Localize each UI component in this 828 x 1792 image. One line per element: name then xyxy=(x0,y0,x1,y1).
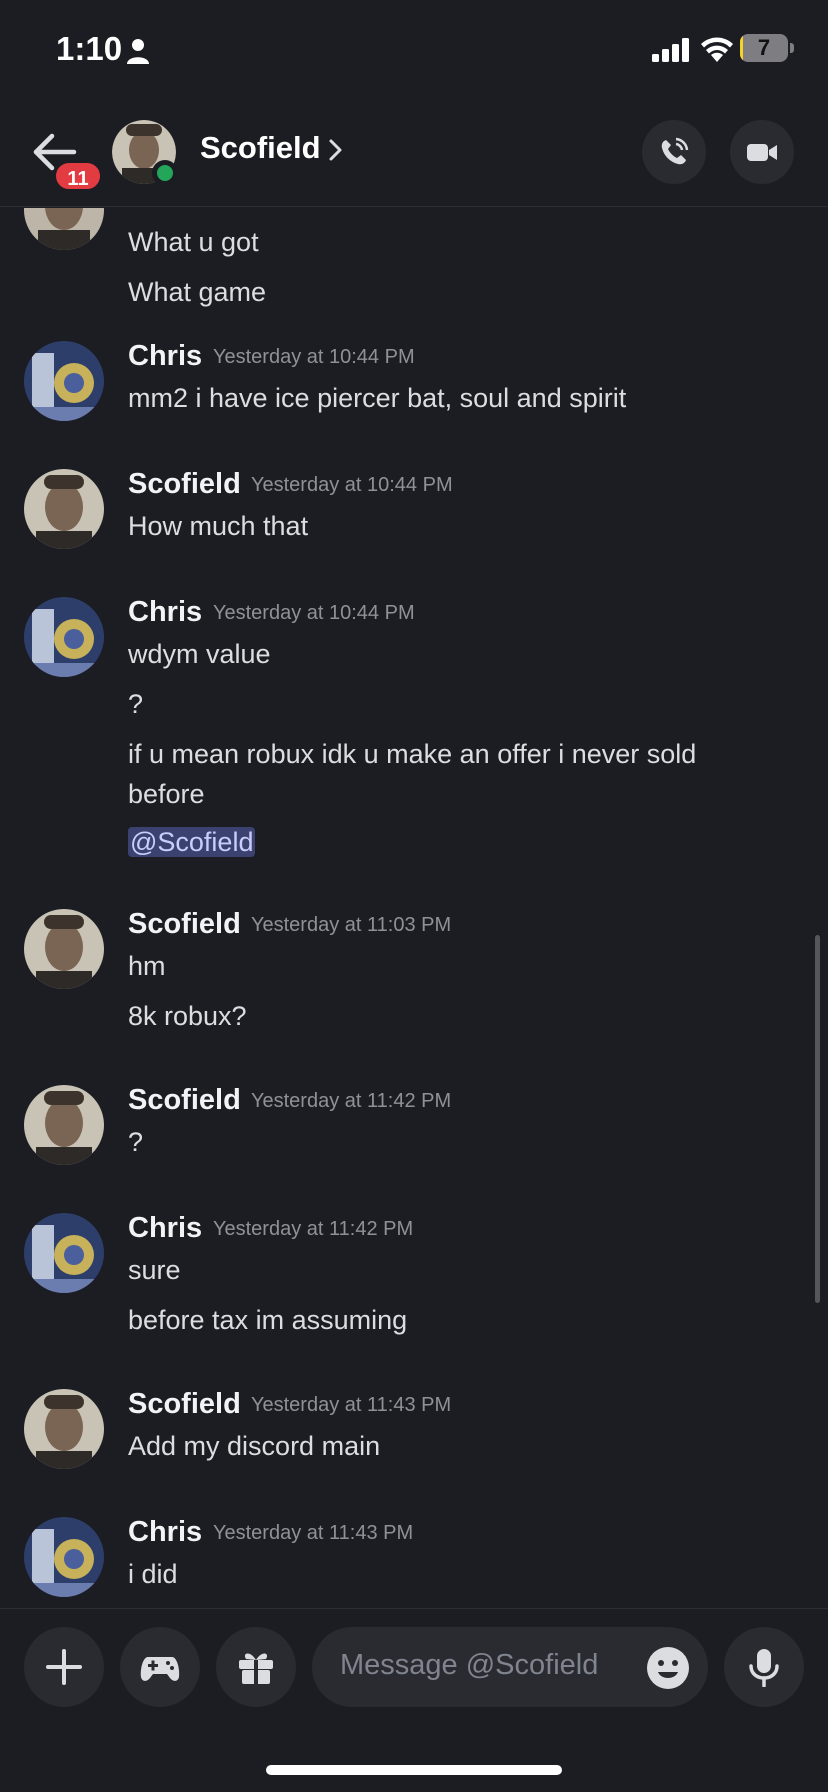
message-timestamp: Yesterday at 10:44 PM xyxy=(213,602,415,624)
message-timestamp: Yesterday at 11:03 PM xyxy=(251,914,452,936)
message-line[interactable]: wdym value xyxy=(128,634,748,674)
message-line[interactable]: sure xyxy=(128,1250,748,1290)
message-timestamp: Yesterday at 11:43 PM xyxy=(213,1522,414,1544)
message-composer: Message @Scofield xyxy=(0,1608,828,1718)
avatar[interactable] xyxy=(24,1085,104,1165)
avatar[interactable] xyxy=(24,597,104,677)
microphone-icon xyxy=(749,1649,779,1687)
avatar[interactable] xyxy=(24,909,104,989)
message-author[interactable]: Chris xyxy=(128,596,202,629)
status-time: 1:10 xyxy=(56,30,123,67)
message-author[interactable]: Scofield xyxy=(128,908,241,941)
avatar[interactable] xyxy=(24,1517,104,1597)
wifi-icon xyxy=(701,37,733,62)
plus-icon xyxy=(46,1649,82,1685)
attach-button[interactable] xyxy=(24,1627,104,1707)
message-input[interactable]: Message @Scofield xyxy=(312,1627,708,1707)
phone-icon xyxy=(661,137,689,165)
user-mention[interactable]: @Scofield xyxy=(128,827,256,857)
gift-icon xyxy=(239,1653,273,1684)
message-line[interactable]: 8k robux? xyxy=(128,996,748,1036)
message-line[interactable]: How much that xyxy=(128,506,748,546)
chevron-right-icon[interactable] xyxy=(328,138,344,162)
message-author[interactable]: Chris xyxy=(128,1212,202,1245)
battery-level: 7 xyxy=(757,35,771,60)
message-line[interactable]: if u mean robux idk u make an offer i ne… xyxy=(128,734,748,814)
message-timestamp: Yesterday at 11:42 PM xyxy=(251,1090,452,1112)
message-timestamp: Yesterday at 10:44 PM xyxy=(213,346,415,368)
avatar[interactable] xyxy=(24,341,104,421)
message-line[interactable]: ? xyxy=(128,1122,748,1162)
emoji-icon[interactable] xyxy=(646,1646,690,1690)
message-line[interactable]: i did xyxy=(128,1554,748,1594)
voice-message-button[interactable] xyxy=(724,1627,804,1707)
gamepad-icon xyxy=(140,1657,180,1681)
message-author[interactable]: Scofield xyxy=(128,468,241,501)
message-timestamp: Yesterday at 11:42 PM xyxy=(213,1218,414,1240)
message-author[interactable]: Chris xyxy=(128,1516,202,1549)
message-author[interactable]: Scofield xyxy=(128,1388,241,1421)
activities-button[interactable] xyxy=(120,1627,200,1707)
message-author[interactable]: Scofield xyxy=(128,1084,241,1117)
message-line[interactable]: mm2 i have ice piercer bat, soul and spi… xyxy=(128,378,748,418)
message-line[interactable]: @Scofield xyxy=(128,822,748,862)
video-camera-icon xyxy=(747,144,777,161)
message-author[interactable]: Chris xyxy=(128,340,202,373)
home-indicator[interactable] xyxy=(266,1765,562,1775)
message-line[interactable]: before tax im assuming xyxy=(128,1300,748,1340)
message-input-placeholder: Message @Scofield xyxy=(340,1649,599,1681)
cellular-signal-icon xyxy=(652,38,689,62)
chat-header: 11 Scofield xyxy=(0,100,828,207)
gift-button[interactable] xyxy=(216,1627,296,1707)
message-line[interactable]: Add my discord main xyxy=(128,1426,748,1466)
status-bar: 1:10 7 xyxy=(0,0,828,100)
message-list[interactable]: What u got What game Chris Yesterday at … xyxy=(0,208,828,1608)
message-line[interactable]: hm xyxy=(128,946,748,986)
avatar[interactable] xyxy=(24,1213,104,1293)
message-line[interactable]: What game xyxy=(128,272,748,312)
contact-name[interactable]: Scofield xyxy=(200,130,321,166)
video-call-button[interactable] xyxy=(730,120,794,184)
online-status-indicator xyxy=(152,160,178,186)
battery-indicator: 7 xyxy=(740,34,794,64)
message-timestamp: Yesterday at 10:44 PM xyxy=(251,474,453,496)
avatar[interactable] xyxy=(24,208,104,250)
avatar[interactable] xyxy=(24,469,104,549)
voice-call-button[interactable] xyxy=(642,120,706,184)
message-line[interactable]: What u got xyxy=(128,222,748,262)
unread-badge: 11 xyxy=(53,160,103,192)
message-timestamp: Yesterday at 11:43 PM xyxy=(251,1394,452,1416)
message-line[interactable]: ? xyxy=(128,684,748,724)
avatar[interactable] xyxy=(24,1389,104,1469)
person-icon xyxy=(127,39,149,64)
scrollbar[interactable] xyxy=(815,935,820,1303)
